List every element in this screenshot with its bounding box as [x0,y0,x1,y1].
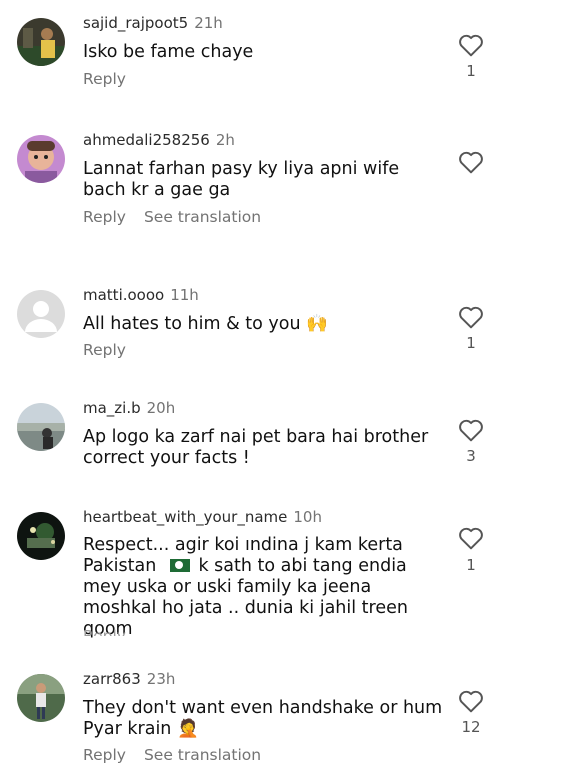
avatar[interactable] [17,403,65,451]
like-count: 3 [466,447,476,465]
comment-username[interactable]: ma_zi.b 20h [83,399,175,417]
like-count: 1 [466,62,476,80]
comment-username[interactable]: sajid_rajpoot5 21h [83,14,223,32]
comment-text: They don't want even handshake or hum Py… [83,698,443,739]
heart-icon[interactable] [458,689,484,713]
comment-username[interactable]: ahmedali258256 2h [83,131,235,149]
comment-username[interactable]: zarr863 23h [83,670,175,688]
comment-time: 20h [146,399,176,417]
username-text[interactable]: heartbeat_with_your_name [83,508,287,526]
heart-icon[interactable] [458,33,484,57]
comment-text: Respect... agir koi ındina j kam kerta P… [83,535,443,640]
comment-time: 21h [194,14,223,32]
comment-time: 23h [146,670,176,688]
reply-button[interactable]: Reply [83,626,203,636]
see-translation-button[interactable]: See translation [144,208,261,226]
avatar[interactable] [17,135,65,183]
username-text[interactable]: ma_zi.b [83,399,141,417]
avatar[interactable] [17,18,65,66]
comment-actions: Reply [83,70,144,88]
comment-username[interactable]: matti.oooo 11h [83,286,199,304]
heart-icon[interactable] [458,305,484,329]
heart-icon[interactable] [458,418,484,442]
comment-text: All hates to him & to you 🙌 [83,314,328,334]
heart-icon[interactable] [458,526,484,550]
like-count: 12 [461,718,481,736]
username-text[interactable]: zarr863 [83,670,141,688]
username-text[interactable]: ahmedali258256 [83,131,210,149]
reply-button[interactable]: Reply [83,70,126,88]
reply-button[interactable]: Reply [83,208,126,226]
reply-button[interactable]: Reply [83,341,126,359]
comment-actions: Reply See translation [83,208,279,226]
like-count: 1 [466,334,476,352]
comment-text: Isko be fame chaye [83,42,254,62]
avatar[interactable] [17,290,65,338]
username-text[interactable]: matti.oooo [83,286,164,304]
avatar[interactable] [17,674,65,722]
username-text[interactable]: sajid_rajpoot5 [83,14,188,32]
pakistan-flag-icon [164,559,190,572]
heart-icon[interactable] [458,150,484,174]
comment-time: 10h [293,508,322,526]
comment-username[interactable]: heartbeat_with_your_name 10h [83,508,322,526]
avatar[interactable] [17,512,65,560]
like-count: 1 [466,556,476,574]
comment-time: 11h [170,286,199,304]
comment-actions: Reply See translation [83,746,279,764]
comment-text: Lannat farhan pasy ky liya apni wife bac… [83,159,400,200]
reply-button[interactable]: Reply [83,746,126,764]
comment-actions: Reply [83,341,144,359]
see-translation-button[interactable]: See translation [144,746,261,764]
comment-text: Ap logo ka zarf nai pet bara hai brother… [83,427,429,468]
comment-time: 2h [215,131,235,149]
